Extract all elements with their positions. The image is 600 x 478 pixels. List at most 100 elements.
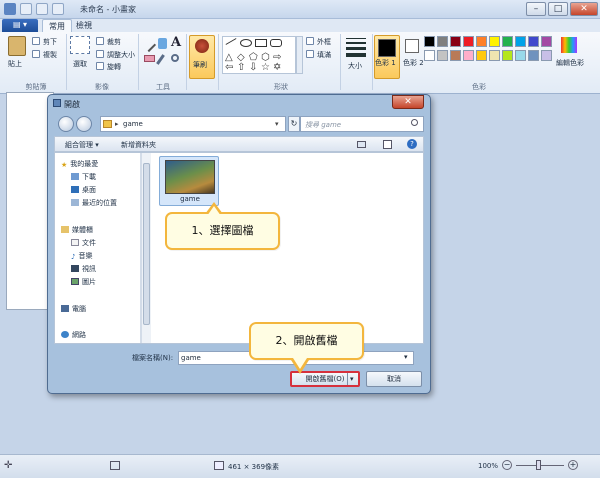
palette-swatch[interactable]	[463, 50, 474, 61]
paste-icon[interactable]	[8, 36, 26, 56]
crop-button[interactable]: 裁剪	[107, 37, 121, 47]
star-shape-icon[interactable]: ☆	[261, 62, 270, 73]
nav-network[interactable]: 網路	[61, 330, 86, 340]
pencil-icon[interactable]	[141, 37, 157, 53]
fill-button[interactable]: 填滿	[317, 50, 331, 60]
palette-swatch[interactable]	[515, 50, 526, 61]
resize-button[interactable]: 調整大小	[107, 50, 135, 60]
tab-home[interactable]: 常用	[42, 19, 72, 32]
palette-swatch[interactable]	[476, 50, 487, 61]
navigation-scrollbar[interactable]	[141, 153, 151, 343]
tab-view[interactable]: 檢視	[70, 19, 98, 32]
palette-swatch[interactable]	[528, 50, 539, 61]
line-shape-icon[interactable]	[225, 38, 237, 45]
chevron-down-icon[interactable]: ▾	[275, 120, 279, 128]
palette-swatch[interactable]	[489, 36, 500, 47]
color-picker-icon[interactable]	[156, 54, 165, 65]
down-arrow-shape-icon[interactable]: ⇩	[249, 62, 257, 73]
copy-icon[interactable]	[32, 50, 40, 58]
nav-desktop[interactable]: 桌面	[71, 185, 96, 195]
palette-swatch[interactable]	[541, 36, 552, 47]
rotate-icon[interactable]	[96, 62, 104, 70]
nav-downloads[interactable]: 下載	[71, 172, 96, 182]
palette-swatch[interactable]	[437, 36, 448, 47]
nav-favorites[interactable]: ★ 我的最愛	[61, 159, 98, 169]
nav-videos[interactable]: 視訊	[71, 264, 96, 274]
palette-swatch[interactable]	[450, 50, 461, 61]
search-icon[interactable]	[411, 119, 418, 126]
nav-pictures[interactable]: 圖片	[71, 277, 96, 287]
palette-swatch[interactable]	[437, 50, 448, 61]
redo-icon[interactable]	[52, 3, 64, 15]
outline-icon[interactable]	[306, 37, 314, 45]
nav-libraries[interactable]: 媒體櫃	[61, 225, 93, 235]
palette-swatch[interactable]	[463, 36, 474, 47]
outline-button[interactable]: 外框	[317, 37, 331, 47]
zoom-out-button[interactable]: −	[502, 460, 512, 470]
rounded-rect-shape-icon[interactable]	[270, 39, 282, 47]
edit-colors-icon[interactable]	[561, 37, 577, 53]
address-field[interactable]: ▸ game ▾	[100, 116, 286, 132]
color2-swatch[interactable]	[405, 39, 419, 53]
palette-swatch[interactable]	[502, 50, 513, 61]
size-button[interactable]: 大小	[348, 61, 362, 71]
edit-colors-button[interactable]: 編輯色彩	[556, 58, 584, 68]
dialog-close-button[interactable]: ✕	[392, 95, 424, 109]
new-folder-button[interactable]: 新增資料夾	[121, 140, 156, 150]
cancel-button[interactable]: 取消	[366, 371, 422, 387]
palette-swatch[interactable]	[424, 50, 435, 61]
nav-music[interactable]: ♪ 音樂	[71, 251, 92, 261]
magnifier-icon[interactable]	[171, 54, 179, 62]
save-icon[interactable]	[20, 3, 32, 15]
fill-shape-icon[interactable]	[306, 50, 314, 58]
color1-button[interactable]	[374, 35, 400, 79]
resize-icon[interactable]	[96, 50, 104, 58]
eraser-icon[interactable]	[144, 55, 155, 62]
rectangle-shape-icon[interactable]	[255, 39, 267, 47]
back-button[interactable]	[58, 116, 74, 132]
zoom-in-button[interactable]: +	[568, 460, 578, 470]
filename-dropdown-icon[interactable]: ▾	[404, 353, 408, 361]
up-arrow-shape-icon[interactable]: ⇧	[237, 62, 245, 73]
oval-shape-icon[interactable]	[240, 39, 252, 47]
view-options-icon[interactable]	[357, 141, 366, 148]
refresh-button[interactable]: ↻	[288, 116, 300, 132]
palette-swatch[interactable]	[541, 50, 552, 61]
preview-pane-icon[interactable]	[383, 140, 392, 149]
cut-button[interactable]: 剪下	[43, 37, 57, 47]
shapes-gallery[interactable]: △ ◇ ⬠ ⬡ ⇨ ⇦ ⇧ ⇩ ☆ ✡	[222, 36, 296, 74]
open-dropdown-icon[interactable]: ▾	[350, 373, 354, 385]
select-button[interactable]: 選取	[73, 59, 87, 69]
paste-button[interactable]: 貼上	[8, 59, 22, 69]
palette-swatch[interactable]	[424, 36, 435, 47]
select-icon[interactable]	[70, 36, 90, 54]
crop-icon[interactable]	[96, 37, 104, 45]
organize-button[interactable]: 組合管理 ▾	[65, 140, 99, 150]
palette-swatch[interactable]	[502, 36, 513, 47]
palette-swatch[interactable]	[450, 36, 461, 47]
palette-swatch[interactable]	[489, 50, 500, 61]
star6-shape-icon[interactable]: ✡	[273, 62, 281, 73]
close-button[interactable]: ✕	[570, 2, 598, 16]
app-menu-icon[interactable]	[4, 3, 16, 15]
nav-recent[interactable]: 最近的位置	[71, 198, 117, 208]
shapes-scrollbar[interactable]	[296, 36, 303, 74]
nav-documents[interactable]: 文件	[71, 238, 96, 248]
left-arrow-shape-icon[interactable]: ⇦	[225, 62, 233, 73]
cut-icon[interactable]	[32, 37, 40, 45]
fill-icon[interactable]	[158, 38, 167, 49]
color2-label[interactable]: 色彩 2	[403, 58, 424, 68]
copy-button[interactable]: 複製	[43, 50, 57, 60]
minimize-button[interactable]: –	[526, 2, 546, 16]
paint-menu-button[interactable]: ▤ ▾	[2, 19, 38, 32]
scroll-thumb[interactable]	[143, 163, 150, 325]
size-icon[interactable]	[346, 38, 366, 60]
rotate-button[interactable]: 旋轉	[107, 62, 121, 72]
palette-swatch[interactable]	[476, 36, 487, 47]
nav-computer[interactable]: 電腦	[61, 304, 86, 314]
color-palette[interactable]	[424, 36, 556, 64]
maximize-button[interactable]: □	[548, 2, 568, 16]
text-icon[interactable]: A	[171, 35, 181, 50]
zoom-slider-thumb[interactable]	[536, 460, 541, 470]
search-input[interactable]: 搜尋 game	[300, 116, 424, 132]
